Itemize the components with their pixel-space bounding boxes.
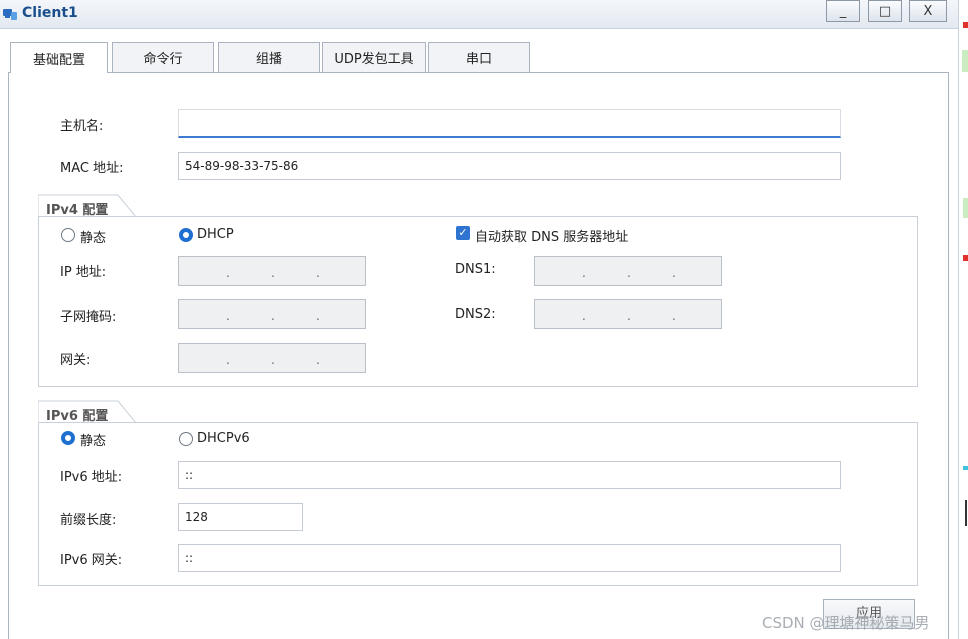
ipv6-gateway-label: IPv6 网关: <box>60 553 123 568</box>
tab-basic-config[interactable]: 基础配置 <box>10 42 108 73</box>
ipv4-dhcp-label: DHCP <box>197 227 234 242</box>
mac-address-field: 54-89-98-33-75-86 <box>178 152 841 180</box>
maximize-icon: □ <box>878 3 892 19</box>
maximize-button[interactable]: □ <box>868 0 902 22</box>
checkmark-icon: ✓ <box>458 226 468 239</box>
ipv6-dhcpv6-radio[interactable] <box>179 432 193 446</box>
ipv4-address-input[interactable]: ... <box>178 256 366 286</box>
tab-label: 串口 <box>465 52 492 67</box>
tab-label: 基础配置 <box>32 52 85 68</box>
close-button[interactable]: X <box>909 0 947 22</box>
dns1-label: DNS1: <box>455 262 496 277</box>
ipv6-address-input[interactable]: :: <box>178 461 841 489</box>
title-bar[interactable]: Client1 _ □ X <box>0 0 958 29</box>
window-title: Client1 <box>22 5 78 21</box>
ipv4-static-label: 静态 <box>80 231 107 246</box>
hostname-input[interactable] <box>178 109 841 138</box>
gateway-label: 网关: <box>60 353 91 368</box>
client-app-icon <box>3 9 17 20</box>
ipv4-dhcp-radio[interactable] <box>179 228 193 242</box>
tab-multicast[interactable]: 组播 <box>218 42 320 72</box>
ipv4-group-title: IPv4 配置 <box>46 203 109 218</box>
mac-label: MAC 地址: <box>60 161 124 176</box>
minimize-button[interactable]: _ <box>826 0 860 22</box>
csdn-watermark: CSDN @理塘神秘策马男 <box>762 614 930 632</box>
ipv6-gateway-input[interactable]: :: <box>178 544 841 572</box>
tab-label: 命令行 <box>143 52 183 67</box>
subnet-mask-input[interactable]: ... <box>178 299 366 329</box>
dns2-input[interactable]: ... <box>534 299 722 329</box>
tab-command-line[interactable]: 命令行 <box>112 42 214 72</box>
ipv6-static-radio[interactable] <box>61 431 75 445</box>
tab-label: 组播 <box>255 52 282 67</box>
tab-serial-port[interactable]: 串口 <box>428 42 530 72</box>
subnet-mask-label: 子网掩码: <box>60 310 117 325</box>
ipv6-group-title: IPv6 配置 <box>46 409 109 424</box>
auto-dns-label: 自动获取 DNS 服务器地址 <box>475 230 629 245</box>
hostname-label: 主机名: <box>60 119 104 134</box>
auto-dns-checkbox[interactable]: ✓ <box>456 226 470 240</box>
ipv6-address-label: IPv6 地址: <box>60 470 123 485</box>
prefix-length-input[interactable]: 128 <box>178 503 303 531</box>
ipv4-address-label: IP 地址: <box>60 265 107 280</box>
dns2-label: DNS2: <box>455 307 496 322</box>
ipv6-dhcpv6-label: DHCPv6 <box>197 431 250 446</box>
minimize-icon: _ <box>839 3 847 19</box>
close-icon: X <box>923 3 933 19</box>
tab-label: UDP发包工具 <box>334 52 414 67</box>
client-window: Client1 _ □ X 基础配置 命令行 组播 UDP发包工具 串口 主机名… <box>0 0 959 639</box>
background-window-edge <box>959 0 968 639</box>
ipv4-static-radio[interactable] <box>61 228 75 242</box>
dns1-input[interactable]: ... <box>534 256 722 286</box>
gateway-input[interactable]: ... <box>178 343 366 373</box>
prefix-length-label: 前缀长度: <box>60 513 117 528</box>
tab-udp-tool[interactable]: UDP发包工具 <box>322 42 426 72</box>
ipv6-static-label: 静态 <box>80 434 107 449</box>
